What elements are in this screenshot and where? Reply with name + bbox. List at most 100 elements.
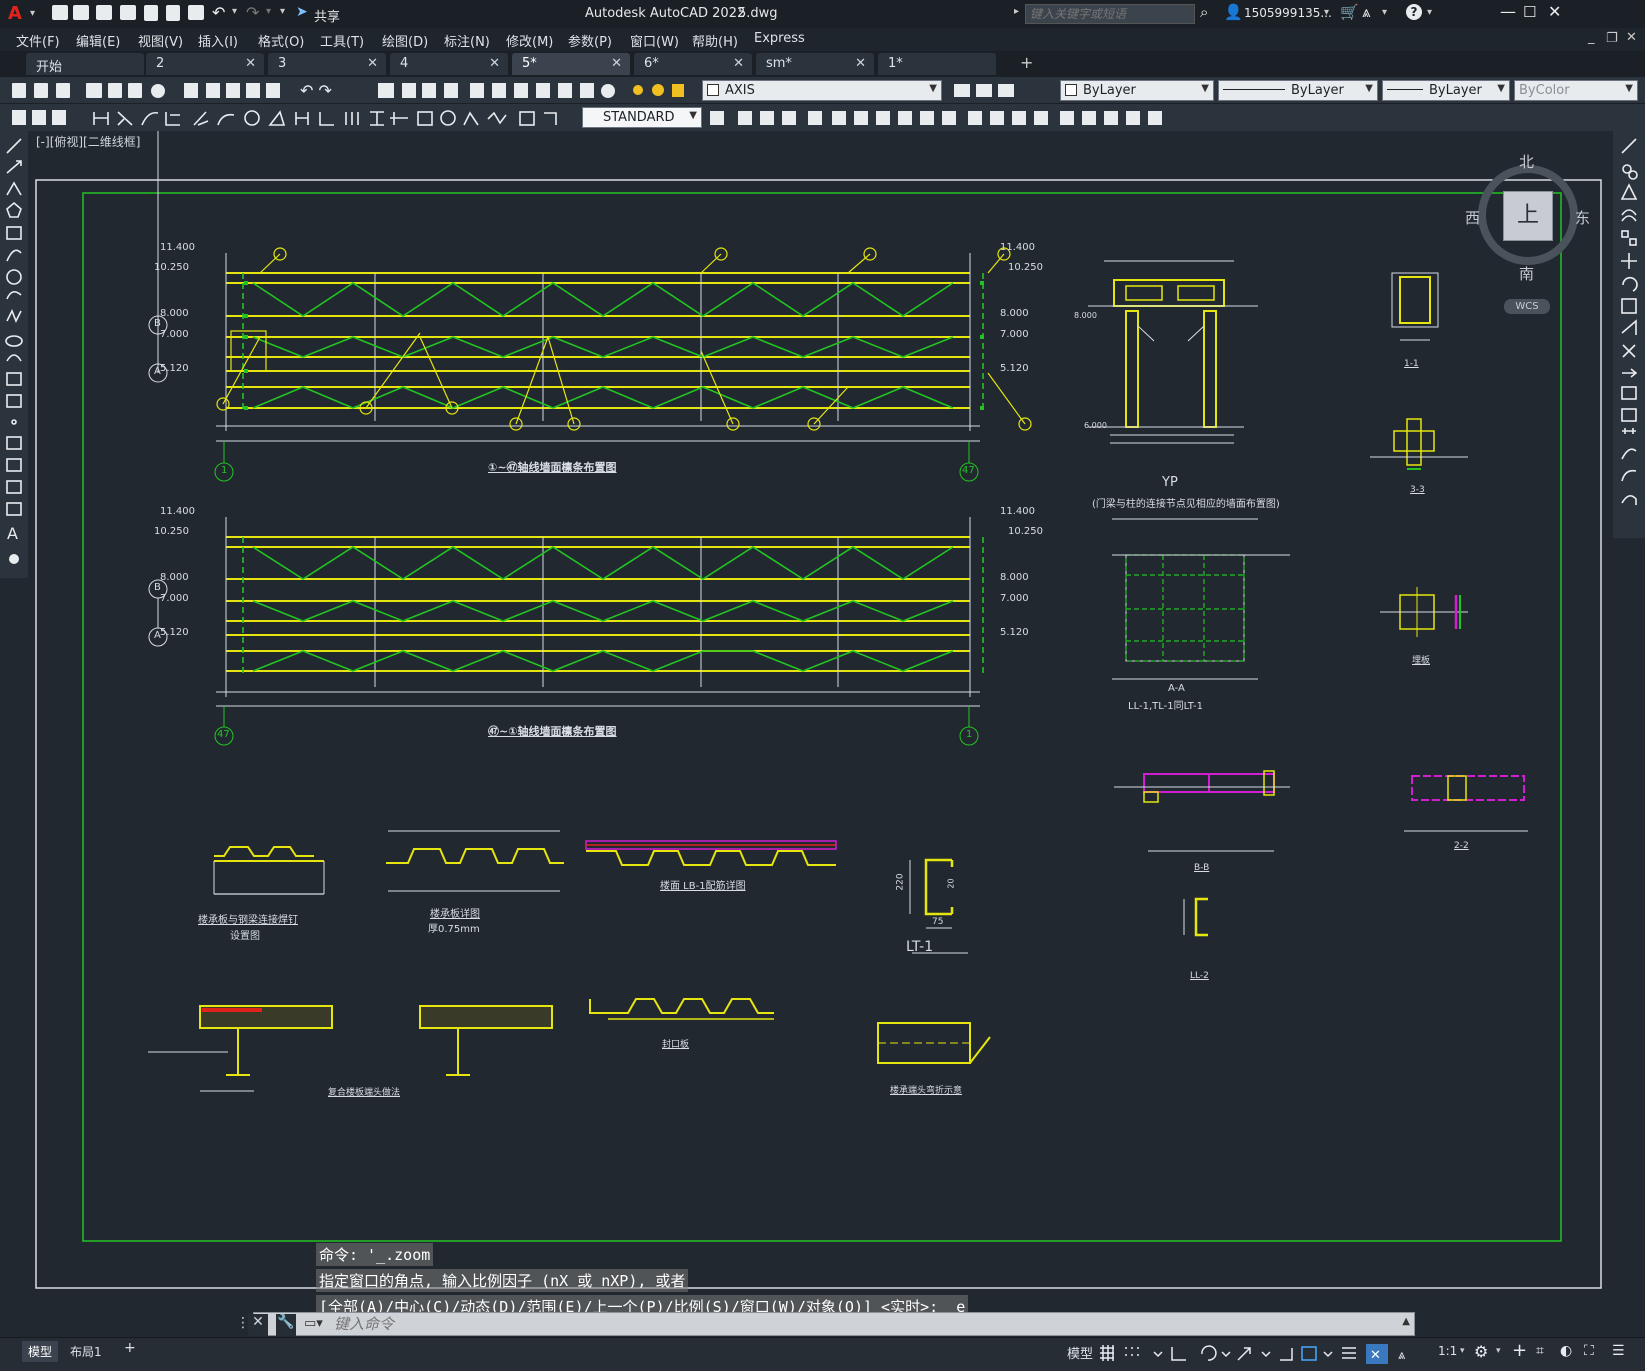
viewcube-top-face[interactable]: 上 bbox=[1503, 191, 1553, 241]
menu-parametric[interactable]: 参数(P) bbox=[568, 31, 612, 50]
maximize-icon[interactable]: ☐ bbox=[1523, 3, 1536, 21]
tab-4[interactable]: 4 ✕ bbox=[390, 53, 508, 75]
tab-close-icon[interactable]: ✕ bbox=[855, 56, 866, 71]
undo-dropdown-icon[interactable]: ▾ bbox=[232, 6, 237, 17]
tab-close-icon[interactable]: ✕ bbox=[367, 56, 378, 71]
wcs-menu[interactable]: WCS bbox=[1504, 299, 1550, 314]
menu-view[interactable]: 视图(V) bbox=[138, 31, 183, 50]
menu-insert[interactable]: 插入(I) bbox=[198, 31, 238, 50]
doc-close-icon[interactable]: ✕ bbox=[1626, 30, 1637, 45]
doc-minimize-icon[interactable]: _ bbox=[1588, 30, 1595, 45]
user-name[interactable]: 1505999135... bbox=[1244, 6, 1332, 20]
share-button[interactable]: 共享 bbox=[314, 6, 340, 25]
standard-tool-icons[interactable]: ↶ ↷ bbox=[8, 81, 688, 101]
model-space-button[interactable]: 模型 bbox=[1067, 1343, 1093, 1362]
clean-screen-icon[interactable]: ⛶ bbox=[1584, 1343, 1594, 1359]
customize-icon[interactable]: ☰ bbox=[1612, 1343, 1625, 1359]
save-web-icon[interactable] bbox=[166, 5, 180, 21]
new-icon[interactable] bbox=[52, 5, 68, 20]
command-customize-icon[interactable]: 🔧 bbox=[276, 1314, 296, 1336]
cart-icon[interactable]: 🛒 bbox=[1340, 3, 1359, 21]
user-icon[interactable]: 👤 bbox=[1224, 3, 1243, 21]
linetype-dropdown[interactable]: ByLayer ▼ bbox=[1218, 80, 1378, 101]
dimension-tool-icons[interactable] bbox=[8, 107, 578, 129]
search-icon[interactable]: ⌕ bbox=[1200, 3, 1208, 21]
modify-side-icons[interactable] bbox=[1619, 135, 1641, 535]
layer-dropdown[interactable]: AXIS ▼ bbox=[702, 80, 942, 101]
tab-6[interactable]: 6* ✕ bbox=[634, 53, 752, 75]
layer-tool-icons[interactable] bbox=[950, 81, 1046, 101]
command-input[interactable] bbox=[334, 1314, 1404, 1334]
menu-dimension[interactable]: 标注(N) bbox=[444, 31, 490, 50]
open-icon[interactable] bbox=[73, 5, 89, 20]
menu-tools[interactable]: 工具(T) bbox=[320, 31, 364, 50]
command-recent-icon[interactable]: ▭▾ bbox=[304, 1316, 323, 1331]
lineweight-dropdown[interactable]: ByLayer ▼ bbox=[1382, 80, 1510, 101]
viewcube[interactable]: 上 北 南 西 东 WCS bbox=[1465, 151, 1590, 314]
user-dropdown-icon[interactable]: ▾ bbox=[1324, 7, 1329, 18]
search-expand-icon[interactable]: ▸ bbox=[1014, 6, 1019, 17]
units-icon[interactable]: ⌗ bbox=[1536, 1343, 1544, 1359]
menu-edit[interactable]: 编辑(E) bbox=[76, 31, 120, 50]
compass-south[interactable]: 南 bbox=[1519, 263, 1534, 284]
redo-dropdown-icon[interactable]: ▾ bbox=[266, 6, 271, 17]
autodesk-app-icon[interactable]: ⩓ bbox=[1362, 3, 1370, 21]
workspace-dropdown-icon[interactable]: ▾ bbox=[1496, 1346, 1501, 1356]
autocad-logo[interactable]: A bbox=[8, 3, 22, 24]
menu-window[interactable]: 窗口(W) bbox=[630, 31, 679, 50]
customize-qat-icon[interactable]: ▾ bbox=[280, 6, 285, 17]
plotstyle-dropdown[interactable]: ByColor ▼ bbox=[1514, 80, 1638, 101]
tab-close-icon[interactable]: ✕ bbox=[733, 56, 744, 71]
plot-icon[interactable] bbox=[188, 5, 204, 20]
command-history-toggle-icon[interactable]: ▲ bbox=[1402, 1316, 1410, 1327]
save-as-icon[interactable] bbox=[120, 5, 136, 20]
search-input[interactable] bbox=[1025, 4, 1195, 24]
app-menu-arrow-icon[interactable]: ▾ bbox=[30, 8, 35, 19]
command-close-icon[interactable]: ✕ bbox=[248, 1314, 268, 1336]
layout-tab-model[interactable]: 模型 bbox=[22, 1341, 59, 1362]
open-web-icon[interactable] bbox=[144, 5, 158, 21]
redo-icon[interactable]: ↷ bbox=[246, 3, 259, 22]
share-icon[interactable]: ➤ bbox=[296, 4, 308, 20]
doc-restore-icon[interactable]: ❐ bbox=[1606, 31, 1618, 46]
minimize-icon[interactable]: — bbox=[1500, 2, 1516, 21]
help-icon[interactable]: ? bbox=[1406, 4, 1422, 20]
draw-tool-icons[interactable]: A bbox=[4, 135, 24, 575]
add-layout-icon[interactable]: + bbox=[124, 1340, 136, 1356]
app-dropdown-icon[interactable]: ▾ bbox=[1382, 7, 1387, 18]
help-dropdown-icon[interactable]: ▾ bbox=[1427, 7, 1432, 18]
tab-close-icon[interactable]: ✕ bbox=[489, 56, 500, 71]
menu-format[interactable]: 格式(O) bbox=[258, 31, 304, 50]
menu-express[interactable]: Express bbox=[754, 31, 805, 46]
menu-draw[interactable]: 绘图(D) bbox=[382, 31, 428, 50]
text-style-dropdown[interactable]: STANDARD ▼ bbox=[582, 107, 702, 128]
undo-icon[interactable]: ↶ bbox=[212, 3, 225, 22]
gear-icon[interactable]: ⚙ bbox=[1474, 1342, 1488, 1361]
close-icon[interactable]: ✕ bbox=[1548, 2, 1561, 21]
tab-start[interactable]: 开始 bbox=[26, 53, 144, 75]
tab-5[interactable]: 5* ✕ bbox=[512, 53, 630, 75]
compass-east[interactable]: 东 bbox=[1575, 207, 1590, 228]
save-icon[interactable] bbox=[96, 5, 112, 20]
compass-west[interactable]: 西 bbox=[1465, 207, 1480, 228]
tab-close-icon[interactable]: ✕ bbox=[245, 56, 256, 71]
drafting-aids-icons[interactable]: ✕ ⩓ bbox=[1098, 1344, 1428, 1366]
menu-help[interactable]: 帮助(H) bbox=[692, 31, 738, 50]
layout-tab-layout1[interactable]: 布局1 bbox=[70, 1343, 102, 1360]
annotation-scale[interactable]: 1:1 bbox=[1438, 1344, 1457, 1358]
menu-modify[interactable]: 修改(M) bbox=[506, 31, 553, 50]
modify-tool-icons[interactable] bbox=[708, 107, 1208, 129]
tab-sm[interactable]: sm* ✕ bbox=[756, 53, 874, 75]
add-icon[interactable]: + bbox=[1512, 1340, 1527, 1361]
drawing-canvas[interactable]: [-][俯视][二维线框] 11.400 10.250 8.000 7.000 … bbox=[28, 131, 1613, 1337]
tab-1[interactable]: 1* bbox=[878, 53, 996, 75]
color-dropdown[interactable]: ByLayer ▼ bbox=[1060, 80, 1214, 101]
tab-2[interactable]: 2 ✕ bbox=[146, 53, 264, 75]
new-tab-icon[interactable]: + bbox=[1020, 53, 1033, 72]
compass-north[interactable]: 北 bbox=[1519, 151, 1534, 172]
isolate-icon[interactable]: ◐ bbox=[1560, 1343, 1572, 1359]
scale-dropdown-icon[interactable]: ▾ bbox=[1460, 1346, 1465, 1356]
tab-3[interactable]: 3 ✕ bbox=[268, 53, 386, 75]
menu-file[interactable]: 文件(F) bbox=[16, 31, 60, 50]
tab-close-icon[interactable]: ✕ bbox=[611, 56, 622, 71]
